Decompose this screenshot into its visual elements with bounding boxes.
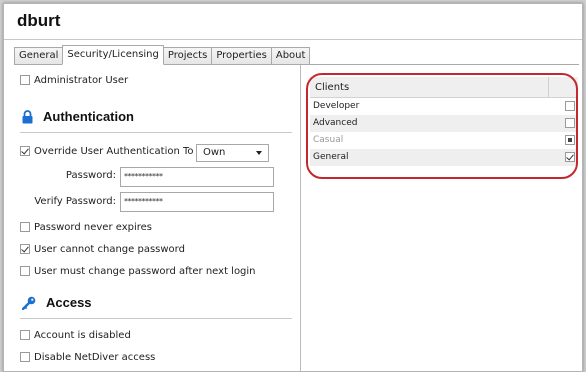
user-cannot-change-password-box[interactable]	[20, 244, 30, 254]
key-icon	[22, 296, 36, 310]
administrator-user-checkbox[interactable]: Administrator User	[20, 73, 128, 87]
authentication-divider	[20, 132, 292, 133]
client-name: General	[313, 152, 349, 162]
client-checkbox-general[interactable]	[565, 152, 575, 162]
security-settings-panel: Administrator User Authentication Overri…	[4, 65, 300, 371]
client-checkbox-developer[interactable]	[565, 101, 575, 111]
override-authentication-label: Override User Authentication To	[34, 145, 194, 157]
client-row-general[interactable]: General	[310, 149, 578, 166]
client-row-developer[interactable]: Developer	[310, 98, 578, 115]
user-cannot-change-password-checkbox[interactable]: User cannot change password	[20, 242, 185, 256]
chevron-down-icon	[256, 151, 262, 155]
client-checkbox-advanced[interactable]	[565, 118, 575, 128]
title-divider	[4, 39, 582, 40]
account-disabled-label: Account is disabled	[34, 329, 131, 341]
verify-password-field[interactable]: ***********	[120, 192, 274, 212]
clients-panel: Clients Developer Advanced Casual Genera…	[306, 73, 578, 179]
verify-password-label: Verify Password:	[34, 196, 116, 207]
password-never-expires-box[interactable]	[20, 222, 30, 232]
disable-netdiver-label: Disable NetDiver access	[34, 351, 156, 363]
authentication-type-value: Own	[203, 147, 226, 158]
password-never-expires-checkbox[interactable]: Password never expires	[20, 220, 152, 234]
account-disabled-checkbox[interactable]: Account is disabled	[20, 328, 131, 342]
account-disabled-box[interactable]	[20, 330, 30, 340]
override-authentication-box[interactable]	[20, 146, 30, 156]
lock-icon	[22, 109, 33, 123]
clients-grid: Clients Developer Advanced Casual Genera…	[310, 77, 578, 169]
tab-security-licensing[interactable]: Security/Licensing	[62, 45, 164, 65]
authentication-heading: Authentication	[22, 109, 134, 124]
client-row-casual[interactable]: Casual	[310, 132, 578, 149]
authentication-type-select[interactable]: Own	[196, 144, 269, 162]
must-change-password-label: User must change password after next log…	[34, 265, 256, 277]
disable-netdiver-box[interactable]	[20, 352, 30, 362]
administrator-user-label: Administrator User	[34, 74, 129, 86]
clients-header-label: Clients	[315, 82, 350, 93]
user-cannot-change-password-label: User cannot change password	[34, 243, 185, 255]
access-heading: Access	[22, 295, 92, 310]
client-checkbox-casual[interactable]	[565, 135, 575, 145]
tab-about[interactable]: About	[270, 47, 311, 65]
clients-column-header[interactable]: Clients	[310, 77, 578, 98]
must-change-password-checkbox[interactable]: User must change password after next log…	[20, 264, 256, 278]
column-separator	[548, 77, 549, 98]
access-heading-text: Access	[46, 295, 92, 310]
user-properties-window: dburt General Security/Licensing Project…	[3, 3, 583, 372]
window-title: dburt	[17, 11, 61, 30]
override-authentication-checkbox[interactable]: Override User Authentication To	[20, 144, 194, 158]
password-never-expires-label: Password never expires	[34, 221, 153, 233]
access-divider	[20, 318, 292, 319]
authentication-heading-text: Authentication	[43, 109, 134, 124]
must-change-password-box[interactable]	[20, 266, 30, 276]
password-field[interactable]: ***********	[120, 167, 274, 187]
client-name: Advanced	[313, 118, 358, 128]
client-name: Casual	[313, 135, 344, 145]
tab-general[interactable]: General	[14, 47, 63, 65]
tab-properties[interactable]: Properties	[211, 47, 271, 65]
administrator-user-box[interactable]	[20, 75, 30, 85]
client-row-advanced[interactable]: Advanced	[310, 115, 578, 132]
panel-splitter[interactable]	[300, 65, 301, 371]
password-label: Password:	[65, 170, 116, 181]
tab-bar: General Security/Licensing Projects Prop…	[14, 45, 311, 65]
tab-projects[interactable]: Projects	[163, 47, 212, 65]
client-name: Developer	[313, 101, 360, 111]
disable-netdiver-checkbox[interactable]: Disable NetDiver access	[20, 350, 155, 364]
